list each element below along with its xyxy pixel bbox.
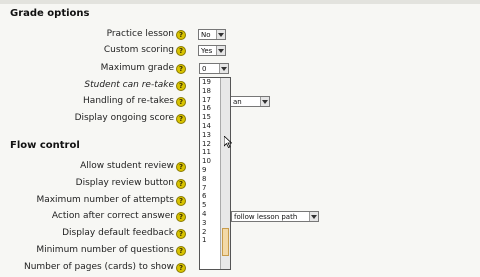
dropdown-option[interactable]: 12 (200, 140, 220, 149)
action-after-correct-label: Action after correct answer (51, 211, 174, 221)
help-question-icon[interactable]: ? (176, 64, 186, 74)
dropdown-option[interactable]: 6 (200, 192, 220, 201)
pages-to-show-label: Number of pages (cards) to show (23, 262, 174, 272)
help-question-icon[interactable]: ? (176, 30, 186, 40)
chevron-down-icon (219, 64, 228, 73)
display-default-feedback-row: Display default feedback ? (0, 227, 480, 243)
chevron-down-icon (216, 46, 225, 55)
handling-retakes-row: Handling of re-takes ? an (0, 95, 480, 111)
dropdown-option[interactable]: 15 (200, 113, 220, 122)
custom-scoring-select[interactable]: Yes (198, 45, 226, 56)
min-questions-row: Minimum number of questions ? (0, 244, 480, 260)
help-question-icon[interactable]: ? (176, 46, 186, 56)
top-strip (0, 0, 480, 4)
dropdown-option[interactable]: 19 (200, 78, 220, 87)
dropdown-scrollbar[interactable] (220, 78, 230, 269)
pages-to-show-row: Number of pages (cards) to show ? (0, 261, 480, 277)
help-question-icon[interactable]: ? (176, 97, 186, 107)
handling-retakes-select[interactable]: an (230, 96, 270, 107)
dropdown-option[interactable]: 5 (200, 201, 220, 210)
dropdown-option[interactable]: 16 (200, 104, 220, 113)
help-question-icon[interactable]: ? (176, 196, 186, 206)
dropdown-option[interactable]: 4 (200, 210, 220, 219)
scrollbar-thumb[interactable] (222, 228, 229, 256)
dropdown-options: 19 18 17 16 15 14 13 12 11 10 9 8 7 6 5 4 3 2 1 (200, 78, 220, 245)
dropdown-option[interactable]: 1 (200, 236, 220, 245)
display-review-button-row: Display review button ? (0, 177, 480, 193)
min-questions-label: Minimum number of questions (36, 245, 174, 255)
grade-options-heading: Grade options (10, 8, 90, 19)
custom-scoring-row: Custom scoring ? Yes (0, 44, 480, 60)
practice-lesson-select[interactable]: No (198, 29, 226, 40)
dropdown-option[interactable]: 7 (200, 184, 220, 193)
help-question-icon[interactable]: ? (176, 179, 186, 189)
practice-lesson-label: Practice lesson (106, 29, 174, 39)
help-question-icon[interactable]: ? (176, 229, 186, 239)
dropdown-option[interactable]: 13 (200, 131, 220, 140)
display-review-button-label: Display review button (75, 178, 174, 188)
custom-scoring-label: Custom scoring (103, 45, 174, 55)
max-attempts-row: Maximum number of attempts ? (0, 194, 480, 210)
practice-lesson-row: Practice lesson ? No (0, 28, 480, 44)
action-after-correct-select[interactable]: follow lesson path (231, 211, 319, 222)
allow-review-row: Allow student review ? (0, 160, 480, 176)
student-can-retake-row: Student can re-take ? (0, 79, 480, 95)
help-question-icon[interactable]: ? (176, 81, 186, 91)
chevron-down-icon (309, 212, 318, 221)
maximum-grade-dropdown-list[interactable]: 19 18 17 16 15 14 13 12 11 10 9 8 7 6 5 4 3 2 1 (199, 77, 231, 270)
help-question-icon[interactable]: ? (176, 212, 186, 222)
help-question-icon[interactable]: ? (176, 246, 186, 256)
max-attempts-label: Maximum number of attempts (36, 195, 174, 205)
mouse-pointer-icon (224, 136, 232, 148)
chevron-down-icon (216, 30, 225, 39)
allow-review-label: Allow student review (80, 161, 174, 171)
student-can-retake-label: Student can re-take (84, 80, 174, 90)
display-ongoing-score-label: Display ongoing score (74, 113, 174, 123)
dropdown-option[interactable]: 9 (200, 166, 220, 175)
dropdown-option[interactable]: 10 (200, 157, 220, 166)
handling-retakes-label: Handling of re-takes (83, 96, 174, 106)
maximum-grade-label: Maximum grade (100, 63, 174, 73)
maximum-grade-row: Maximum grade ? 0 (0, 62, 480, 78)
help-question-icon[interactable]: ? (176, 114, 186, 124)
dropdown-option[interactable]: 8 (200, 175, 220, 184)
flow-control-heading: Flow control (10, 140, 80, 151)
action-after-correct-row: Action after correct answer ? follow les… (0, 210, 480, 226)
help-question-icon[interactable]: ? (176, 263, 186, 273)
dropdown-option[interactable]: 14 (200, 122, 220, 131)
display-ongoing-score-row: Display ongoing score ? (0, 112, 480, 128)
dropdown-option[interactable]: 11 (200, 148, 220, 157)
chevron-down-icon (260, 97, 269, 106)
dropdown-option[interactable]: 17 (200, 96, 220, 105)
dropdown-option[interactable]: 3 (200, 219, 220, 228)
display-default-feedback-label: Display default feedback (62, 228, 174, 238)
dropdown-option[interactable]: 2 (200, 228, 220, 237)
dropdown-option[interactable]: 18 (200, 87, 220, 96)
help-question-icon[interactable]: ? (176, 162, 186, 172)
maximum-grade-select[interactable]: 0 (199, 63, 229, 74)
